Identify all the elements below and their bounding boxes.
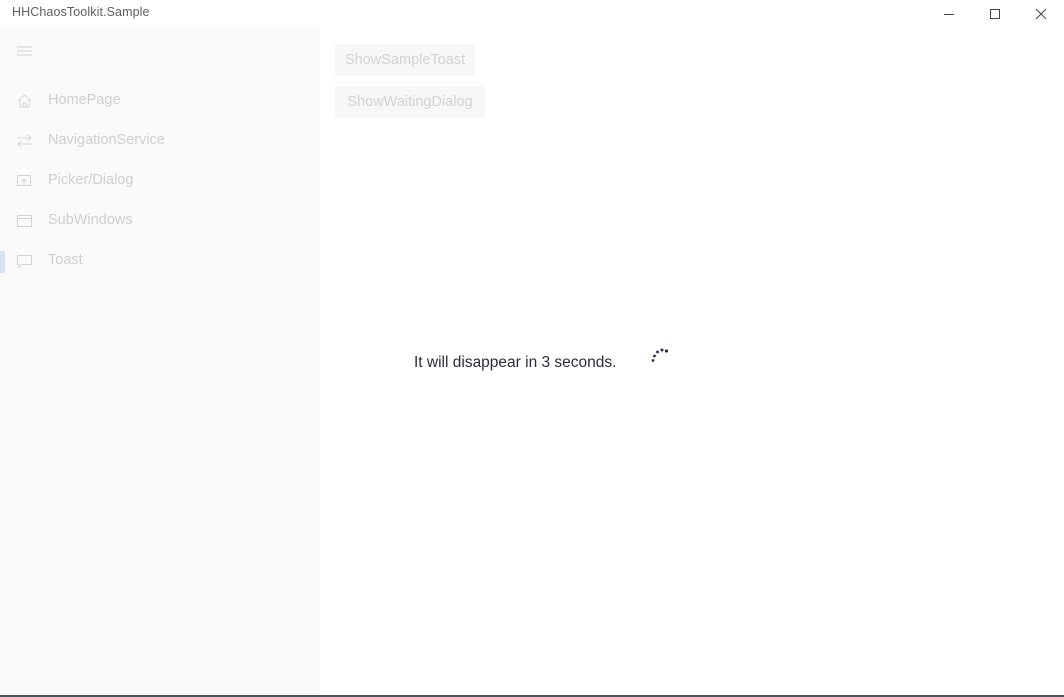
sidebar-item-homepage[interactable]: HomePage xyxy=(0,81,320,121)
minimize-button[interactable] xyxy=(926,0,972,27)
show-waiting-dialog-button[interactable]: ShowWaitingDialog xyxy=(335,86,485,118)
window-title: HHChaosToolkit.Sample xyxy=(12,5,150,19)
sidebar-item-toast[interactable]: Toast xyxy=(0,241,320,281)
show-sample-toast-button[interactable]: ShowSampleToast xyxy=(335,44,475,76)
selection-indicator xyxy=(0,251,5,273)
sidebar-item-label: NavigationService xyxy=(48,132,165,148)
close-icon xyxy=(1035,8,1047,19)
nav-toggle-button[interactable] xyxy=(16,44,34,58)
sidebar-item-label: SubWindows xyxy=(48,212,133,228)
maximize-button[interactable] xyxy=(972,0,1018,27)
waiting-message: It will disappear in 3 seconds. xyxy=(414,354,617,371)
sidebar-item-picker-dialog[interactable]: Picker/Dialog xyxy=(0,161,320,201)
app-window: HHChaosToolkit.Sample HomePage Navigatio… xyxy=(0,0,1064,697)
close-button[interactable] xyxy=(1018,0,1064,27)
window-icon xyxy=(17,215,32,227)
swap-arrows-icon xyxy=(17,134,32,148)
sidebar-item-label: Toast xyxy=(48,252,83,268)
minimize-icon xyxy=(944,13,954,15)
hamburger-icon xyxy=(17,46,32,56)
navigation-pane: HomePage NavigationService Picker/Dialog… xyxy=(0,27,320,695)
chat-bubble-icon xyxy=(17,255,32,269)
sidebar-item-label: HomePage xyxy=(48,92,121,108)
sidebar-item-navigationservice[interactable]: NavigationService xyxy=(0,121,320,161)
title-bar[interactable]: HHChaosToolkit.Sample xyxy=(0,0,1064,27)
maximize-icon xyxy=(990,8,1000,19)
loading-spinner-icon xyxy=(651,348,669,362)
sidebar-item-subwindows[interactable]: SubWindows xyxy=(0,201,320,241)
content-area: ShowSampleToast ShowWaitingDialog It wil… xyxy=(320,27,1064,695)
home-icon xyxy=(17,94,32,108)
sidebar-item-label: Picker/Dialog xyxy=(48,172,134,188)
picker-dialog-icon xyxy=(17,175,31,186)
